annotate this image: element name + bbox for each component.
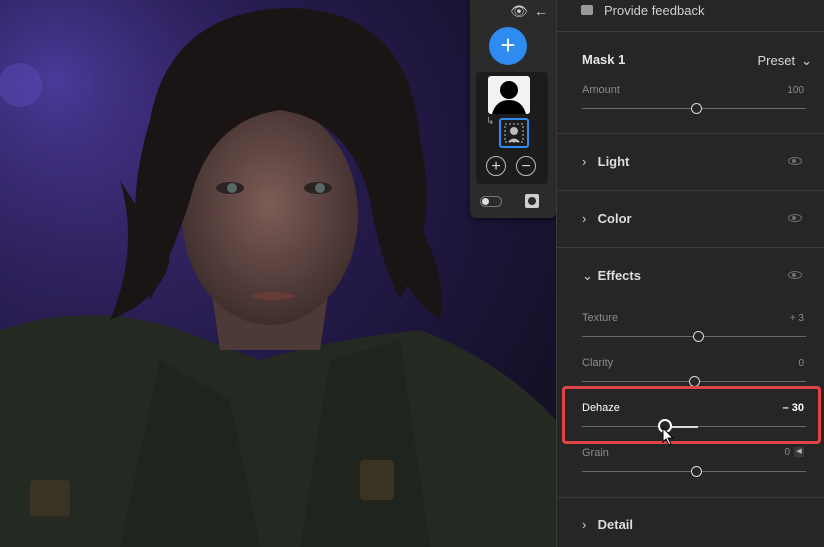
divider [557,133,824,134]
feedback-label: Provide feedback [604,3,705,18]
preset-dropdown[interactable]: Preset ⌄ [758,53,812,69]
chevron-down-icon: ⌄ [801,53,812,68]
clarity-value[interactable]: 0 [798,358,804,369]
eye-icon[interactable] [788,157,802,165]
eye-icon[interactable] [788,271,802,279]
dehaze-highlight-box [562,386,821,444]
section-light[interactable]: › Light [582,154,629,169]
section-effects[interactable]: ⌄ Effects [582,268,641,284]
section-effects-label: Effects [597,268,641,283]
grain-value[interactable]: 0 [784,447,790,458]
mouse-cursor-icon [662,427,675,446]
subtract-from-mask-button[interactable]: − [516,156,536,176]
divider [557,31,824,32]
section-detail[interactable]: › Detail [582,517,633,532]
subject-silhouette-icon [492,81,526,114]
amount-value[interactable]: 100 [787,85,804,96]
grain-label: Grain [582,447,609,459]
amount-label: Amount [582,84,620,96]
mask-component-thumbnail[interactable] [499,118,529,148]
chevron-right-icon: › [582,211,587,226]
preset-label: Preset [757,53,796,68]
eye-icon[interactable]: 👁 [510,2,528,20]
chevron-down-icon: ⌄ [582,268,593,283]
speech-bubble-icon [581,5,593,15]
texture-slider-thumb[interactable] [692,331,704,342]
amount-slider-thumb[interactable] [690,103,702,114]
mask-thumbnail[interactable] [488,76,530,114]
arrow-left-icon[interactable]: ← [532,2,550,20]
clarity-label: Clarity [582,357,614,369]
section-color-label: Color [597,211,632,226]
texture-label: Texture [582,312,619,324]
section-color[interactable]: › Color [582,211,632,226]
link-arrow-icon: ↳ [486,116,495,127]
triangle-left-icon[interactable]: ◀ [794,447,804,457]
grain-slider-thumb[interactable] [690,466,702,477]
chevron-right-icon: › [582,154,587,169]
provide-feedback-link[interactable]: Provide feedback [557,0,824,22]
divider [557,247,824,248]
adjustments-panel: Provide feedback Mask 1 Preset ⌄ Amount 1… [556,0,824,547]
texture-value[interactable]: + 3 [790,313,804,324]
subject-select-icon [504,123,524,143]
section-detail-label: Detail [597,517,634,532]
masks-panel: 👁 ← + ↳ + − [470,0,556,218]
overlay-options-icon[interactable] [525,194,539,208]
section-light-label: Light [597,154,630,169]
divider [557,497,824,498]
divider [557,190,824,191]
mask-title: Mask 1 [582,52,626,67]
add-to-mask-button[interactable]: + [486,156,506,176]
chevron-right-icon: › [582,517,587,532]
eye-icon[interactable] [788,214,802,222]
create-new-mask-button[interactable]: + [489,27,527,65]
mask-thumbnail-list: ↳ + − [476,72,548,184]
overlay-toggle[interactable] [480,196,502,207]
